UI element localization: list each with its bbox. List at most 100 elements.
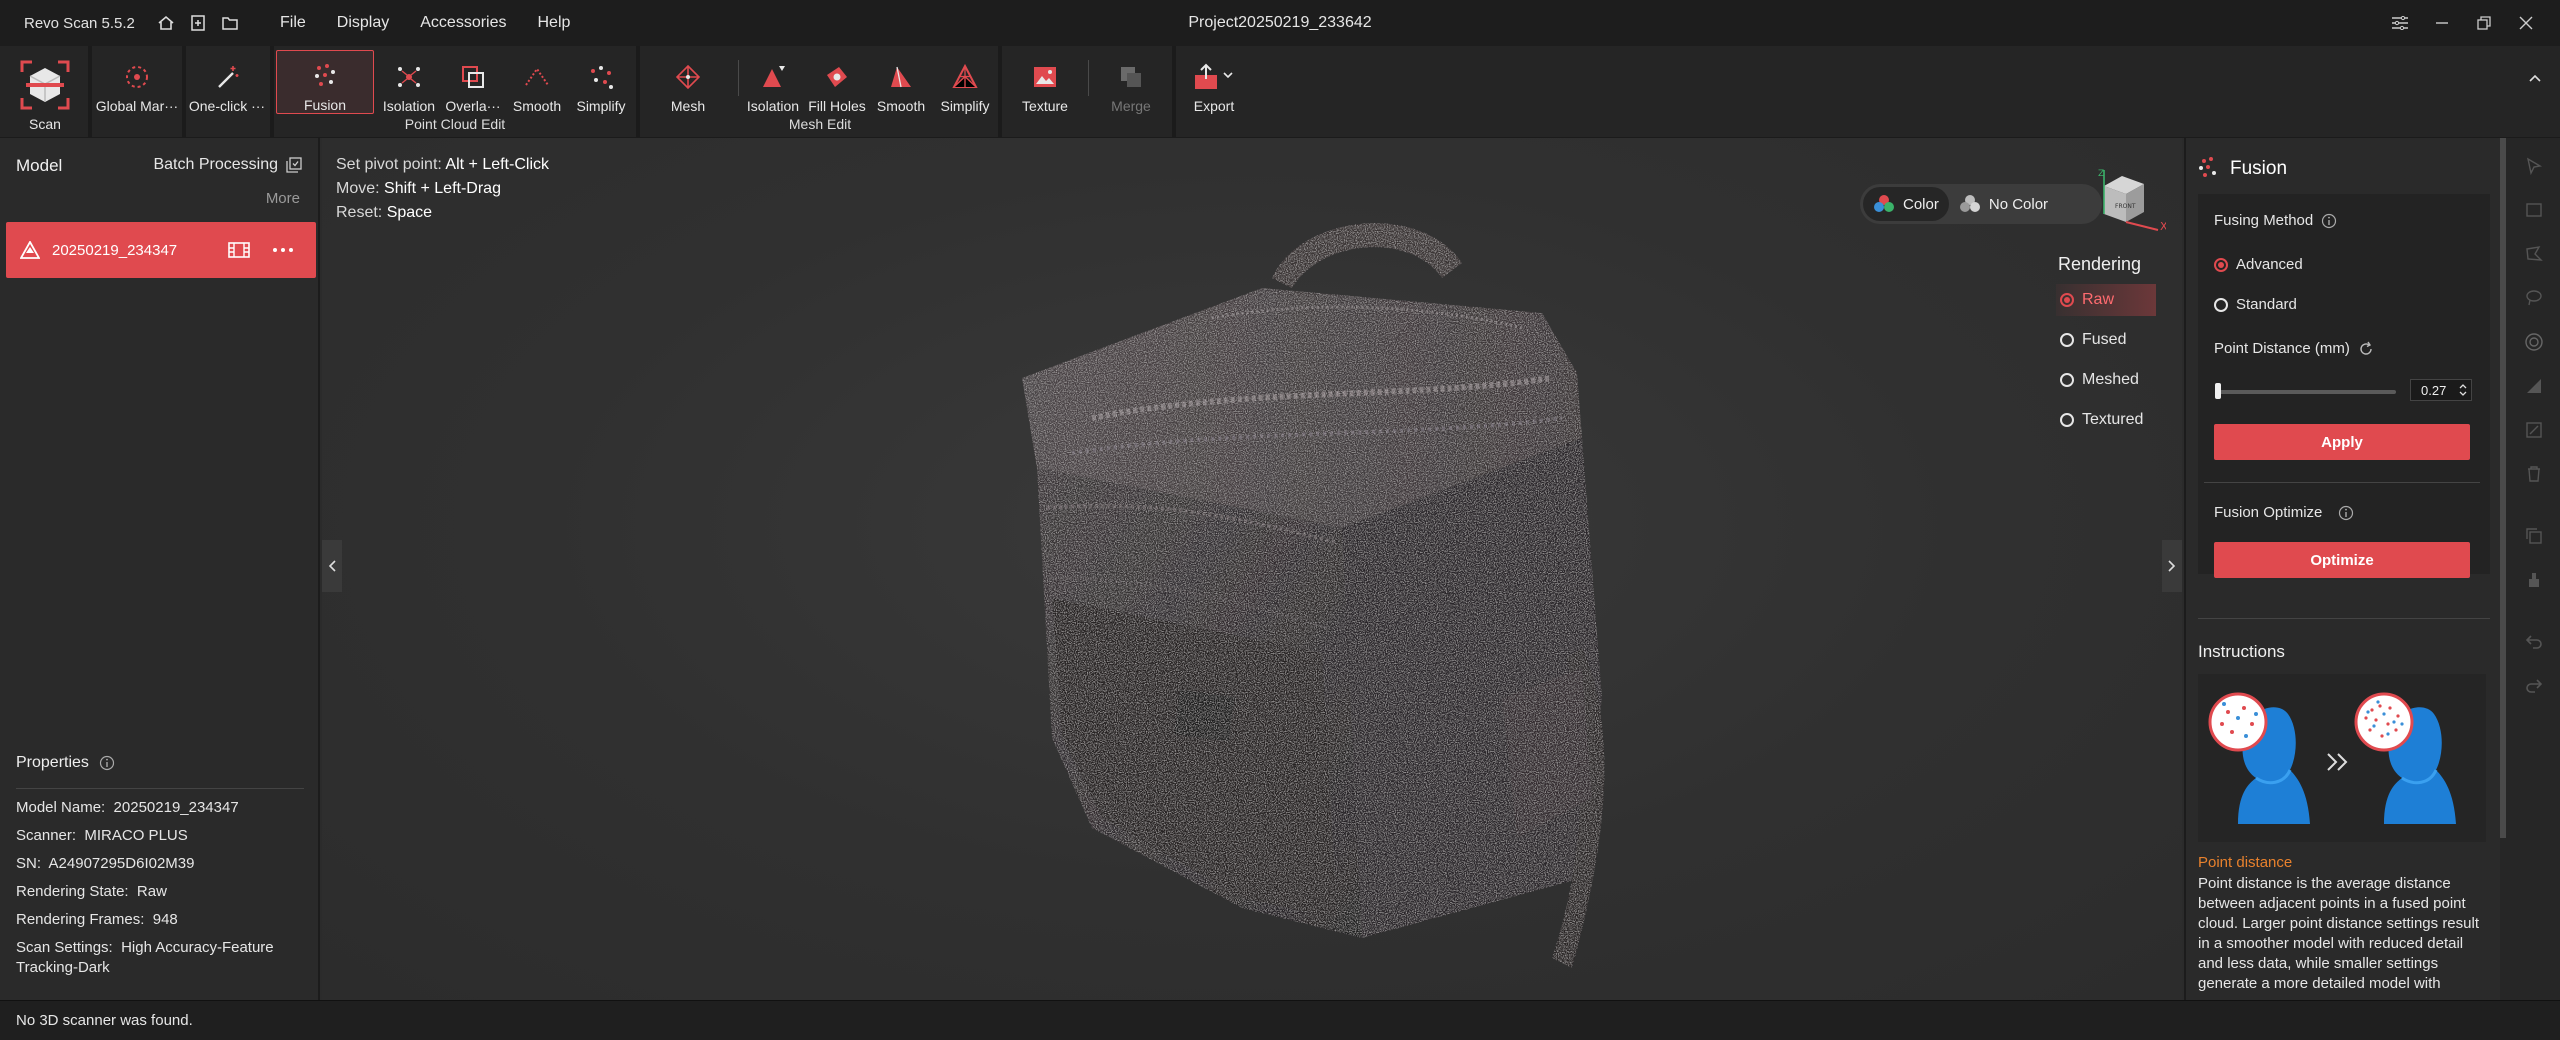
menu-file[interactable]: File [280,14,306,32]
panel-title-label: Fusion [2230,158,2288,179]
panel-scrollbar[interactable] [2500,138,2506,838]
no-color-option[interactable]: No Color [1949,187,2058,221]
pc-isolation-button[interactable]: Isolation [378,50,440,114]
settings-list-icon[interactable] [2382,8,2418,38]
more-options-icon[interactable] [272,247,294,253]
restore-icon[interactable] [2466,8,2502,38]
pc-smooth-button[interactable]: Smooth [506,50,568,114]
batch-icon [286,157,302,173]
undo-icon[interactable] [2522,630,2546,654]
reset-icon[interactable] [2358,341,2374,357]
pc-simplify-button[interactable]: Simplify [570,50,632,114]
rectangle-select-icon[interactable] [2522,198,2546,222]
export-icon [1192,62,1236,92]
info-icon[interactable] [99,755,115,771]
one-click-button[interactable]: One-click ··· [186,50,268,114]
render-option-fused[interactable]: Fused [2056,324,2156,356]
global-markers-button[interactable]: Global Mar··· [94,50,180,114]
hint-move: Move: Shift + Left-Drag [336,180,501,198]
brush-select-icon[interactable] [2522,330,2546,354]
window-controls [2376,0,2544,46]
point-distance-slider-track[interactable] [2216,390,2396,394]
render-option-raw[interactable]: Raw [2056,284,2156,316]
cube-front-label: FRONT [2115,203,2136,210]
advanced-radio[interactable]: Advanced [2214,256,2303,273]
batch-processing-button[interactable]: Batch Processing [153,156,302,174]
magic-wand-icon [212,62,242,92]
menu-help[interactable]: Help [538,14,571,32]
render-option-meshed[interactable]: Meshed [2056,364,2156,396]
axis-x-label: X [2160,220,2166,233]
point-distance-slider-thumb[interactable] [2215,383,2221,399]
edit-icon[interactable] [2522,418,2546,442]
minimize-icon[interactable] [2424,8,2460,38]
fusion-panel: Fusion Fusing Method Advanced Standard P… [2184,138,2500,1000]
redo-icon[interactable] [2522,674,2546,698]
more-link[interactable]: More [266,190,300,207]
model-list-item[interactable]: 20250219_234347 [6,222,316,278]
polygon-select-icon[interactable] [2522,242,2546,266]
prop-label: SN: [16,855,42,872]
prop-model-name: Model Name: 20250219_234347 [16,798,306,818]
3d-viewport[interactable]: Set pivot point: Alt + Left-Click Move: … [322,138,2182,1000]
fusing-method-label: Fusing Method [2214,212,2337,229]
optimize-button[interactable]: Optimize [2214,542,2470,578]
mesh-icon [673,62,703,92]
point-distance-value: 0.27 [2421,382,2447,398]
backpack-model[interactable] [942,178,1862,1000]
home-icon[interactable] [156,13,176,33]
delete-icon[interactable] [2522,462,2546,486]
open-folder-icon[interactable] [220,13,240,33]
collapse-toolbar-icon[interactable] [2528,70,2542,87]
collapse-right-panel-button[interactable] [2162,540,2182,592]
fusion-button[interactable]: Fusion [276,50,374,114]
texture-button[interactable]: Texture [1014,50,1076,114]
plane-cut-icon[interactable] [2522,374,2546,398]
toolbar-divider [88,46,92,138]
info-icon[interactable] [2338,505,2354,521]
spin-arrows-icon[interactable] [2459,383,2467,397]
fill-holes-button[interactable]: Fill Holes [806,50,868,114]
prop-label: Rendering State: [16,883,129,900]
rendering-title: Rendering [2058,254,2142,274]
pc-overlap-button[interactable]: Overla··· [442,50,504,114]
prop-rendering-frames: Rendering Frames: 948 [16,910,306,930]
mesh-simplify-button[interactable]: Simplify [934,50,996,114]
render-option-textured[interactable]: Textured [2056,404,2156,436]
point-distance-label: Point Distance (mm) [2214,340,2374,357]
standard-radio[interactable]: Standard [2214,296,2297,313]
merge-button[interactable]: Merge [1100,50,1162,114]
mesh-smooth-button[interactable]: Smooth [870,50,932,114]
select-arrow-icon[interactable] [2522,154,2546,178]
film-icon[interactable] [228,241,250,259]
close-icon[interactable] [2508,8,2544,38]
arrow-icon [2327,753,2348,771]
menu-display[interactable]: Display [337,14,389,32]
prop-value: 948 [152,911,178,928]
info-icon[interactable] [2321,213,2337,229]
point-cloud-edit-label: Point Cloud Edit [404,116,506,132]
copy-icon[interactable] [2522,524,2546,548]
menu-bar: File Display Accessories Help [280,14,601,32]
radio [2060,413,2074,427]
mesh-isolation-button[interactable]: Isolation [742,50,804,114]
color-option[interactable]: Color [1863,187,1949,221]
radio-selected [2214,257,2228,272]
prop-label: Model Name: [16,799,106,816]
chevron-right-icon [2168,560,2176,572]
model-warning-icon [20,241,40,259]
point-distance-text: Point Distance (mm) [2214,340,2350,357]
collapse-left-panel-button[interactable] [322,540,342,592]
point-distance-spinbox[interactable]: 0.27 [2410,379,2472,401]
export-label: Export [1193,98,1235,114]
scan-button[interactable]: Scan [10,48,80,132]
view-cube[interactable]: FRONT X Z [2086,166,2168,240]
menu-accessories[interactable]: Accessories [420,14,506,32]
apply-button[interactable]: Apply [2214,424,2470,460]
mesh-button[interactable]: Mesh [652,50,724,114]
lasso-select-icon[interactable] [2522,286,2546,310]
global-markers-label: Global Mar··· [95,98,179,114]
export-button[interactable]: Export [1186,50,1242,114]
new-project-icon[interactable] [188,13,208,33]
clean-icon[interactable] [2522,568,2546,592]
